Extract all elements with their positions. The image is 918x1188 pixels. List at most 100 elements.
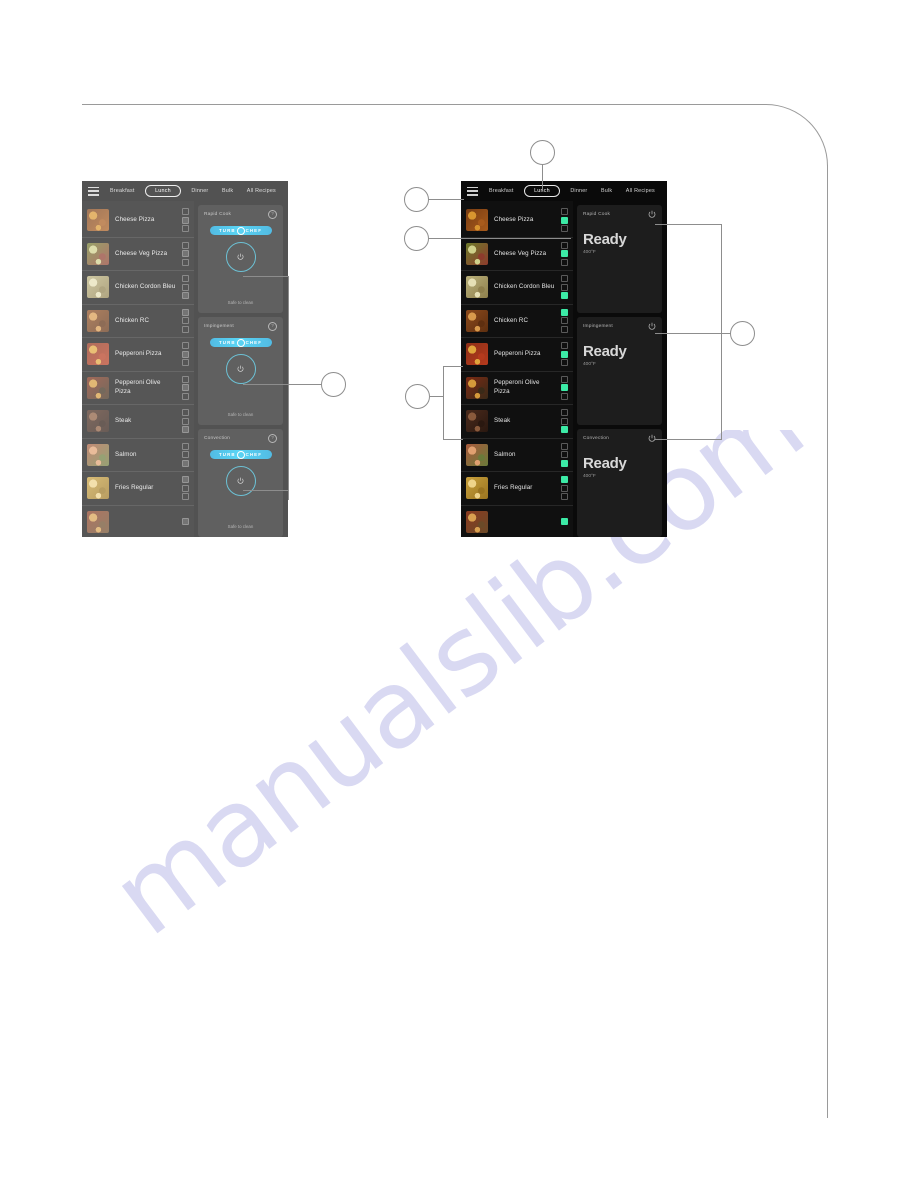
indicator-square-on bbox=[561, 426, 568, 434]
indicator-square-on bbox=[561, 308, 568, 316]
tab-all-recipes-right[interactable]: All Recipes bbox=[623, 186, 658, 196]
recipe-name: Pepperoni Olive Pizza bbox=[115, 379, 161, 395]
indicator-square-off bbox=[182, 375, 189, 383]
recipe-list-item[interactable] bbox=[82, 506, 194, 538]
question-mark-icon[interactable]: ? bbox=[268, 322, 277, 331]
callout-recipe-row[interactable] bbox=[404, 226, 429, 251]
leader-list-bot bbox=[443, 439, 463, 440]
salmon-thumb bbox=[466, 443, 488, 466]
oven-assignment-indicator bbox=[561, 208, 569, 233]
indicator-square-off bbox=[561, 241, 568, 249]
oven-assignment-indicator bbox=[182, 518, 190, 526]
recipe-name: Chicken Cordon Bleu bbox=[494, 283, 555, 291]
hamburger-icon[interactable] bbox=[467, 186, 478, 196]
hamburger-icon[interactable] bbox=[88, 186, 99, 196]
power-icon[interactable] bbox=[648, 322, 656, 330]
recipe-name: Cheese Veg Pizza bbox=[494, 249, 547, 257]
chicken-rc-thumb bbox=[87, 309, 109, 332]
oven-panel-header: Convection bbox=[583, 434, 656, 442]
tab-breakfast-right[interactable]: Breakfast bbox=[486, 186, 517, 196]
oven-panel-ready[interactable]: Rapid Cook Ready 400°F bbox=[577, 205, 662, 313]
indicator-square-on bbox=[561, 216, 568, 224]
callout-dial-left[interactable] bbox=[321, 372, 346, 397]
recipe-list-item[interactable]: Pepperoni Olive Pizza bbox=[461, 372, 573, 405]
power-icon[interactable] bbox=[648, 434, 656, 442]
app-body-left: Cheese Pizza Cheese Veg Pizza Chicken Cord… bbox=[82, 201, 288, 537]
recipe-name: Cheese Pizza bbox=[115, 216, 155, 224]
leader-left-mid bbox=[243, 384, 289, 385]
oven-power-dial[interactable] bbox=[225, 242, 256, 272]
recipe-name: Fries Regular bbox=[494, 484, 533, 492]
page-frame-right-rule bbox=[827, 165, 828, 1118]
recipe-list-item[interactable]: Cheese Veg Pizza bbox=[82, 238, 194, 271]
power-icon bbox=[237, 365, 245, 373]
recipe-list-item[interactable]: Salmon bbox=[82, 439, 194, 472]
callout-recipe-list[interactable] bbox=[405, 384, 430, 409]
indicator-square-off bbox=[561, 409, 568, 417]
pepperoni-pizza-thumb bbox=[87, 343, 109, 366]
recipe-list-item[interactable]: Chicken Cordon Bleu bbox=[461, 271, 573, 305]
recipe-list-item[interactable]: Fries Regular bbox=[82, 472, 194, 506]
recipe-list-item[interactable]: Pepperoni Pizza bbox=[461, 338, 573, 372]
oven-assignment-indicator bbox=[182, 442, 190, 467]
indicator-square-off bbox=[561, 325, 568, 333]
nav-bar-left: Breakfast Lunch Dinner Bulk All Recipes bbox=[82, 181, 288, 201]
tab-bulk-left[interactable]: Bulk bbox=[219, 186, 236, 196]
turbochef-logo: TURB CHEF bbox=[209, 226, 272, 235]
tab-dinner-right[interactable]: Dinner bbox=[567, 186, 590, 196]
tab-all-recipes-left[interactable]: All Recipes bbox=[244, 186, 279, 196]
recipe-list-item[interactable]: Cheese Veg Pizza bbox=[461, 238, 573, 271]
recipe-list-right[interactable]: Cheese Pizza Cheese Veg Pizza Chicken Cord… bbox=[461, 201, 573, 537]
oven-temperature: 400°F bbox=[583, 250, 596, 255]
leader-active-tab bbox=[542, 165, 543, 191]
page-frame-corner bbox=[766, 104, 828, 166]
recipe-list-item[interactable]: Cheese Pizza bbox=[461, 204, 573, 238]
power-icon[interactable] bbox=[648, 210, 656, 218]
question-mark-icon[interactable]: ? bbox=[268, 210, 277, 219]
indicator-square-off bbox=[561, 375, 568, 383]
page-frame-top-rule bbox=[82, 104, 766, 105]
question-mark-icon[interactable]: ? bbox=[268, 434, 277, 443]
indicator-square-on bbox=[182, 350, 189, 358]
oven-temperature: 400°F bbox=[583, 474, 596, 479]
oven-power-dial[interactable] bbox=[225, 354, 256, 384]
leader-right-bot bbox=[655, 439, 722, 440]
recipe-list-item[interactable]: Steak bbox=[82, 405, 194, 439]
callout-menu-icon[interactable] bbox=[404, 187, 429, 212]
indicator-square-off bbox=[561, 442, 568, 450]
oven-assignment-indicator bbox=[182, 208, 190, 233]
oven-panel-idle[interactable]: Convection? TURB CHEF Safe to clean bbox=[198, 429, 283, 537]
fries-regular-thumb bbox=[466, 477, 488, 500]
recipe-list-item[interactable]: Pepperoni Pizza bbox=[82, 338, 194, 372]
recipe-list-item[interactable] bbox=[461, 506, 573, 538]
oven-panel-ready[interactable]: Convection Ready 400°F bbox=[577, 429, 662, 537]
oven-assignment-indicator bbox=[182, 241, 190, 266]
indicator-square-off bbox=[561, 417, 568, 425]
oven-power-dial[interactable] bbox=[225, 466, 256, 496]
tab-bulk-right[interactable]: Bulk bbox=[598, 186, 615, 196]
recipe-list-item[interactable]: Chicken RC bbox=[82, 305, 194, 338]
oven-panel-ready[interactable]: Impingement Ready 400°F bbox=[577, 317, 662, 425]
recipe-list-item[interactable]: Cheese Pizza bbox=[82, 204, 194, 238]
oven-panel-idle[interactable]: Rapid Cook? TURB CHEF Safe to clean bbox=[198, 205, 283, 313]
recipe-list-item[interactable]: Fries Regular bbox=[461, 472, 573, 506]
recipe-list-item[interactable]: Salmon bbox=[461, 439, 573, 472]
indicator-square-off bbox=[561, 317, 568, 325]
leader-right-mid bbox=[655, 333, 722, 334]
recipe-list-item[interactable]: Chicken RC bbox=[461, 305, 573, 338]
tab-breakfast-left[interactable]: Breakfast bbox=[107, 186, 138, 196]
recipe-list-item[interactable]: Chicken Cordon Bleu bbox=[82, 271, 194, 305]
tab-dinner-left[interactable]: Dinner bbox=[188, 186, 211, 196]
oven-assignment-indicator bbox=[561, 476, 569, 501]
leader-list-bracket-v bbox=[443, 366, 444, 439]
oven-status: Safe to clean bbox=[227, 300, 254, 305]
indicator-square-off bbox=[561, 451, 568, 459]
oven-panel-idle[interactable]: Impingement? TURB CHEF Safe to clean bbox=[198, 317, 283, 425]
callout-power-button[interactable] bbox=[730, 321, 755, 346]
tab-lunch-left[interactable]: Lunch bbox=[145, 184, 181, 198]
recipe-list-item[interactable]: Pepperoni Olive Pizza bbox=[82, 372, 194, 405]
oven-assignment-indicator bbox=[561, 375, 569, 400]
callout-active-tab[interactable] bbox=[530, 140, 555, 165]
recipe-list-left[interactable]: Cheese Pizza Cheese Veg Pizza Chicken Cord… bbox=[82, 201, 194, 537]
recipe-list-item[interactable]: Steak bbox=[461, 405, 573, 439]
